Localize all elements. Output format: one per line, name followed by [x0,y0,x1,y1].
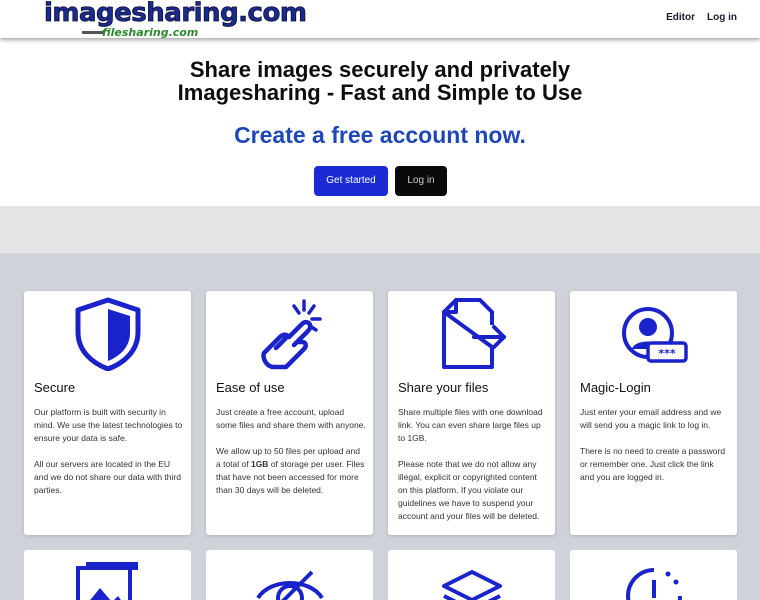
clock-icon [625,568,682,600]
nav-link-editor[interactable]: Editor [666,12,695,23]
eye-icon [255,570,324,600]
login-button[interactable]: Log in [395,166,447,196]
feature-title: Magic-Login [580,380,651,395]
hero-section: Share images securely and privately Imag… [0,38,760,206]
logo-underline [82,31,104,34]
nav-links: Editor Log in [666,12,737,23]
logo-wordmark: imagesharing.com [44,0,308,28]
image-icon [75,562,138,600]
get-started-button[interactable]: Get started [314,166,388,196]
user-password-icon: *** [621,307,688,363]
features-section: Secure Our platform is built with securi… [0,253,760,600]
feature-card-layers [388,550,555,600]
feature-description: Our platform is built with security in m… [34,406,184,510]
cta-heading: Create a free account now. [234,122,526,148]
feature-paragraph: Please note that we do not allow any ill… [398,459,540,521]
hero-title: Share images securely and privately [189,57,571,82]
feature-card-ease: Ease of use Just create a free account, … [206,291,373,535]
top-navbar: imagesharing.com filesharing.com Editor … [0,0,760,39]
feature-card-expiry [570,550,737,600]
divider-band [0,206,760,253]
site-logo[interactable]: imagesharing.com filesharing.com [44,0,308,39]
feature-card-magic-login: *** Magic-Login Just enter your email ad… [570,291,737,535]
svg-text:***: *** [658,347,676,360]
tap-hand-icon [260,299,322,370]
logo-subtitle: filesharing.com [102,26,199,39]
file-share-icon [441,298,506,369]
feature-card-images [24,550,191,600]
feature-description: Just enter your email address and we wil… [580,406,730,497]
feature-paragraph: Share multiple files with one download l… [398,407,543,443]
feature-paragraph: Our platform is built with security in m… [34,407,183,443]
shield-icon [75,297,140,371]
nav-link-login[interactable]: Log in [707,12,737,23]
layers-icon [441,570,502,600]
feature-title: Ease of use [216,380,285,395]
feature-title: Share your files [398,380,489,395]
feature-paragraph: Just enter your email address and we wil… [580,407,722,430]
feature-paragraph: Just create a free account, upload some … [216,407,366,430]
feature-card-share: Share your files Share multiple files wi… [388,291,555,535]
feature-paragraph: We allow up to 50 files per upload and a… [216,446,365,495]
feature-card-privacy [206,550,373,600]
feature-card-secure: Secure Our platform is built with securi… [24,291,191,535]
hero-subtitle: Imagesharing - Fast and Simple to Use [177,80,583,105]
feature-description: Just create a free account, upload some … [216,406,366,510]
feature-paragraph: All our servers are located in the EU an… [34,459,181,495]
feature-description: Share multiple files with one download l… [398,406,548,536]
feature-paragraph: There is no need to create a password or… [580,446,726,482]
feature-title: Secure [34,380,76,395]
